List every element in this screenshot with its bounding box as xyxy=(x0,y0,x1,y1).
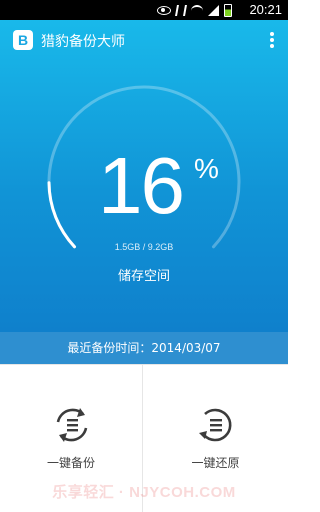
percent-sign: % xyxy=(194,153,219,184)
wifi-icon xyxy=(191,4,203,17)
app-logo: B xyxy=(13,30,33,50)
no-signal-icon xyxy=(175,5,187,16)
more-vertical-icon[interactable] xyxy=(268,32,276,50)
battery-icon xyxy=(224,4,232,17)
last-backup-time: 最近备份时间：2014/03/07 xyxy=(0,332,288,364)
status-icons xyxy=(157,4,232,17)
eye-icon xyxy=(157,6,171,15)
storage-percent: 16 xyxy=(98,141,185,230)
restore-label: 一键还原 xyxy=(191,456,240,470)
app-title: 猎豹备份大师 xyxy=(41,34,125,50)
storage-label[interactable]: 储存空间 xyxy=(0,265,288,284)
app-bar: B 猎豹备份大师 xyxy=(0,20,288,62)
restore-list-icon xyxy=(199,408,232,442)
status-time: 20:21 xyxy=(249,2,282,17)
storage-panel: B 猎豹备份大师 16 % 1.5GB / 9.2GB 储存空间 xyxy=(0,20,288,332)
watermark: 乐享轻汇 · NJYCOH.COM xyxy=(52,484,236,501)
storage-detail: 1.5GB / 9.2GB xyxy=(114,242,174,252)
sync-list-icon xyxy=(56,408,88,442)
signal-icon xyxy=(208,5,219,16)
status-bar: 20:21 xyxy=(0,0,288,20)
gauge-fill xyxy=(47,181,77,249)
backup-label: 一键备份 xyxy=(46,456,95,470)
